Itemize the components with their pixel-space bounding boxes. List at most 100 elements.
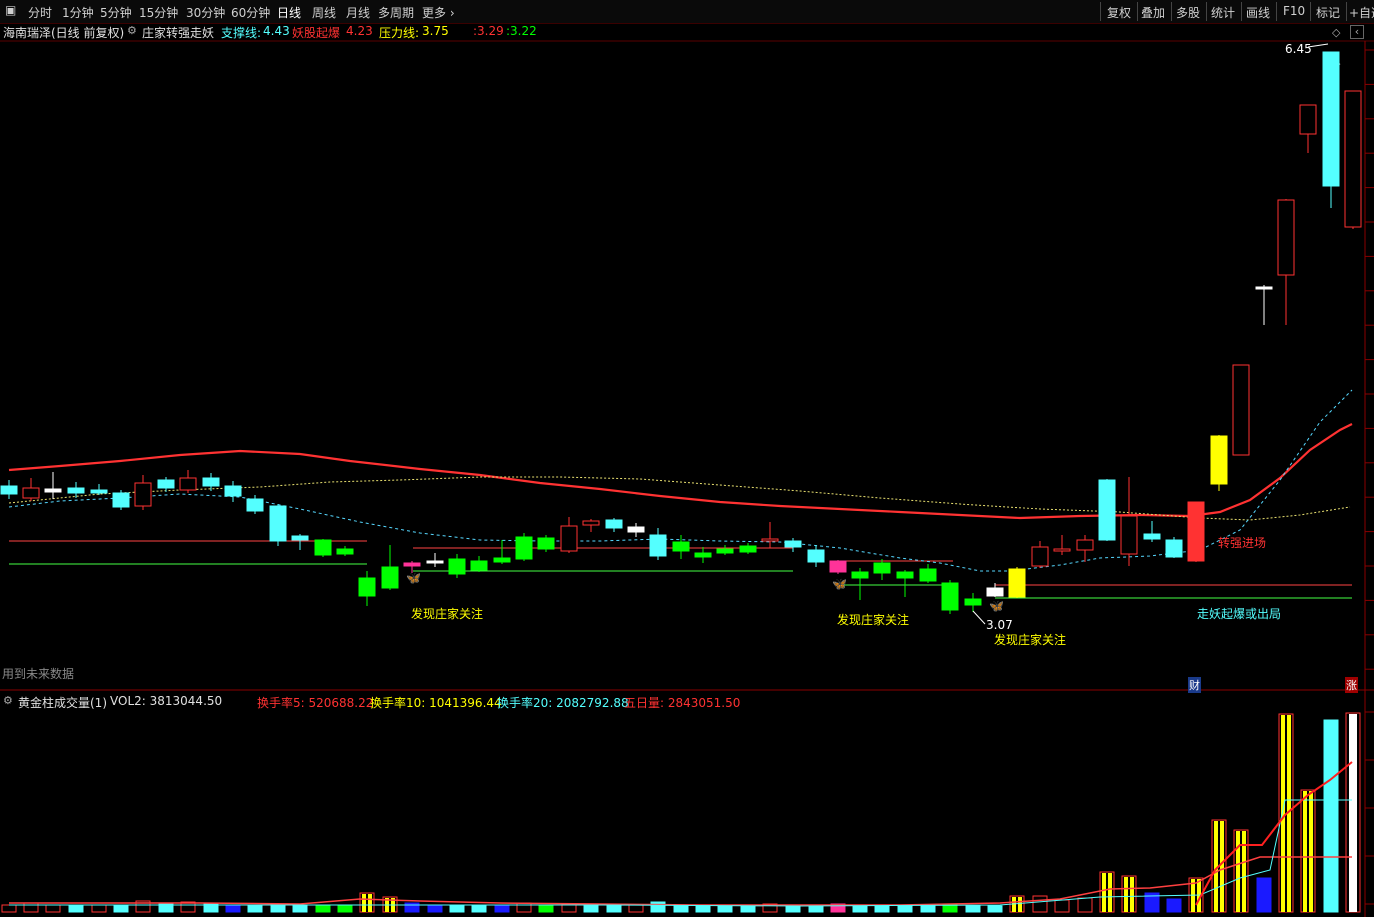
- volume-bar: [1054, 899, 1070, 913]
- candlestick: [605, 519, 623, 529]
- strong-entry-label: 转强进场: [1218, 536, 1267, 550]
- volume-bar: [987, 905, 1003, 913]
- volume-bar: [292, 905, 308, 913]
- candlestick: [1031, 546, 1049, 567]
- candlestick: [1210, 435, 1228, 485]
- candlestick: [1120, 515, 1138, 555]
- candlestick: [67, 487, 85, 494]
- volume-bar-stripe: [1016, 897, 1018, 912]
- candlestick: [426, 560, 444, 564]
- volume-bar-fill: [1349, 714, 1357, 912]
- volume-bar: [225, 905, 241, 913]
- finance-badge[interactable]: 财: [1188, 677, 1201, 693]
- candlestick: [403, 562, 421, 567]
- candlestick: [784, 540, 802, 548]
- volume-bar-stripe: [1240, 831, 1242, 912]
- volume-bar: [471, 905, 487, 913]
- volume-bar: [852, 905, 868, 913]
- volume-bar: [449, 905, 465, 913]
- high-price-label: 6.45: [1285, 42, 1312, 56]
- candlestick: [0, 485, 18, 495]
- low-price-label: 3.07: [986, 618, 1013, 632]
- candlestick: [896, 571, 914, 579]
- butterfly-marker-icon: 🦋: [989, 599, 1004, 613]
- volume-bar: [717, 905, 733, 913]
- butterfly-marker-icon: 🦋: [832, 577, 847, 591]
- ma-line-red: [8, 423, 1353, 520]
- candlestick: [627, 526, 645, 533]
- turnover10-value: 换手率10: 1041396.44: [370, 696, 502, 710]
- candlestick: [1053, 548, 1071, 552]
- volume-bar: [91, 904, 107, 913]
- volume-bar: [606, 904, 622, 913]
- volume-info-line: ⚙ 黄金柱成交量(1) VOL2: 3813044.50 换手率5: 52068…: [0, 694, 1374, 710]
- candlestick: [179, 477, 197, 491]
- volume-bar: [494, 904, 510, 913]
- candlestick: [22, 487, 40, 499]
- volume-bar: [673, 904, 689, 913]
- low-price-pointer: [972, 610, 986, 625]
- candlestick: [829, 560, 847, 573]
- volume-bar: [247, 904, 263, 913]
- volume-bar: [1077, 897, 1093, 913]
- candlestick: [112, 492, 130, 508]
- candlestick: [807, 549, 825, 563]
- volume-settings-icon[interactable]: ⚙: [3, 694, 13, 707]
- volume-bar: [427, 905, 443, 913]
- volume-bar: [628, 904, 644, 913]
- vol2-value: VOL2: 3813044.50: [110, 694, 223, 708]
- candlestick: [1008, 568, 1026, 598]
- candlestick: [739, 545, 757, 553]
- volume-bar: [516, 902, 532, 913]
- butterfly-marker-icon: 🦋: [406, 571, 421, 585]
- candlestick: [381, 566, 399, 589]
- candlestick: [157, 479, 175, 489]
- volume-bar-stripe: [1106, 873, 1108, 912]
- candlestick: [448, 558, 466, 575]
- exit-label: 走妖起爆或出局: [1197, 607, 1282, 621]
- volume-indicator-title[interactable]: 黄金柱成交量(1): [18, 694, 107, 711]
- candlestick: [1187, 501, 1205, 562]
- candlestick: [582, 520, 600, 526]
- volume-bar: [965, 905, 981, 913]
- candlestick: [851, 571, 869, 579]
- five-day-volume-value: 五日量: 2843051.50: [624, 696, 741, 710]
- focus-label-1: 发现庄家关注: [411, 607, 484, 621]
- candlestick: [1098, 479, 1116, 541]
- kline-chart[interactable]: 🦋 🦋 🦋: [0, 0, 1374, 917]
- volume-bar: [404, 902, 420, 913]
- candlestick: [1255, 286, 1273, 290]
- volume-bar-stripe: [1128, 877, 1130, 912]
- volume-bar: [337, 905, 353, 913]
- candlestick: [761, 538, 779, 542]
- candlestick: [44, 488, 62, 493]
- volume-bar: [68, 904, 84, 913]
- volume-bar: [1256, 877, 1272, 913]
- candlestick: [873, 562, 891, 574]
- candlestick: [1143, 533, 1161, 540]
- candlestick: [537, 537, 555, 550]
- volume-bar: [897, 905, 913, 913]
- volume-bar: [920, 905, 936, 913]
- volume-bar: [1, 904, 17, 913]
- volume-bar: [538, 904, 554, 913]
- volume-bar: [23, 902, 39, 913]
- candlestick: [716, 548, 734, 554]
- candlestick: [941, 582, 959, 611]
- future-data-note: 用到未来数据: [2, 667, 75, 681]
- candlestick: [358, 577, 376, 597]
- candlestick: [202, 477, 220, 487]
- volume-bar: [874, 905, 890, 913]
- volume-bar: [113, 904, 129, 913]
- volume-bar: [315, 905, 331, 913]
- volume-bar: [650, 901, 666, 913]
- rise-badge[interactable]: 涨: [1345, 677, 1358, 693]
- candlestick: [649, 534, 667, 557]
- focus-label-2: 发现庄家关注: [837, 613, 910, 627]
- candlestick: [1076, 539, 1094, 551]
- turnover5-value: 换手率5: 520688.22: [257, 696, 374, 710]
- candlestick: [1165, 539, 1183, 558]
- candlestick: [560, 525, 578, 552]
- candlestick: [246, 498, 264, 512]
- turnover20-value: 换手率20: 2082792.88: [497, 696, 629, 710]
